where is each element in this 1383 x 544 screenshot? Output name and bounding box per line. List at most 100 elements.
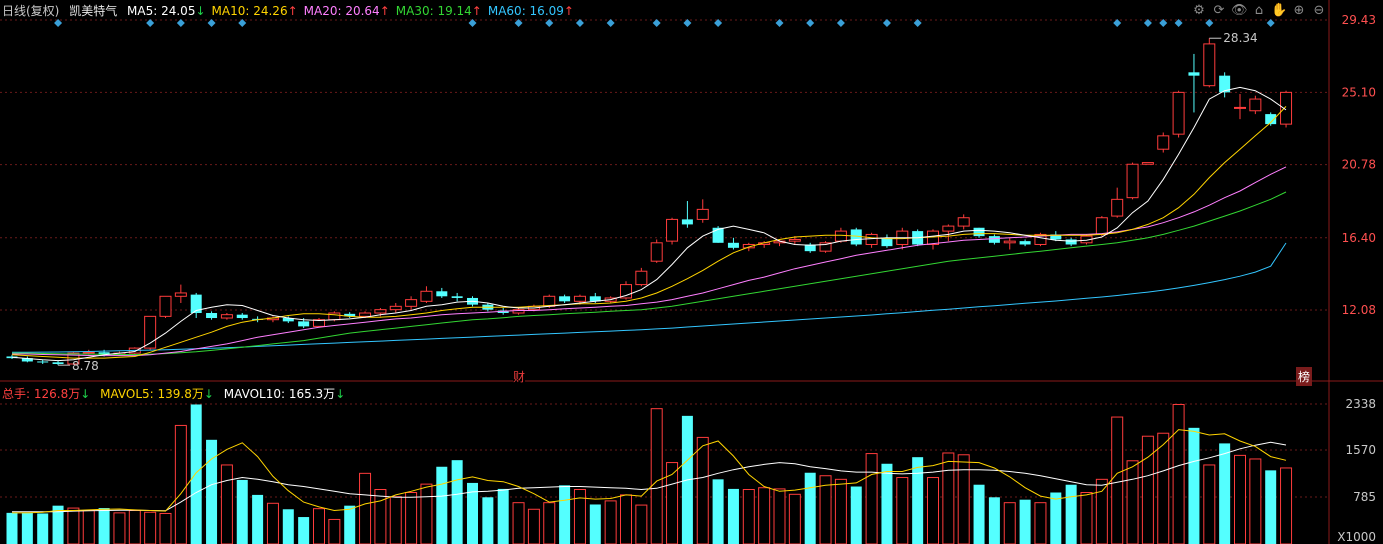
candle-body [865,233,878,245]
hand-icon[interactable]: ✋ [1271,3,1287,19]
candle-body [1111,198,1124,217]
volume-bar [834,478,847,544]
volume-bar [559,485,571,544]
refresh-icon[interactable]: ⟳ [1211,3,1227,19]
volume-tick-label: 785 [1353,490,1376,504]
candle [451,292,463,302]
volume-bar [1249,458,1262,544]
ma-label-4: MA60: 16.09↑ [488,4,574,18]
gear-icon[interactable]: ⚙ [1191,3,1207,19]
volume-bar [344,505,356,544]
candle [1003,237,1016,250]
event-diamond [1266,19,1275,27]
candle [696,199,709,223]
volume-bar [21,512,33,544]
candle-body [220,314,233,319]
volume-bar [957,454,970,544]
volume-header: 总手: 126.8万↓ MAVOL5: 139.8万↓ MAVOL10: 165… [2,385,351,402]
candle [174,284,187,303]
ranking-list-marker[interactable]: 榜 [1296,367,1313,386]
candle-body [37,361,49,363]
volume-bar [1080,492,1093,544]
candle-body [1172,91,1185,135]
candle-body [1249,98,1262,112]
volume-bar [727,488,739,544]
volume-bar [1034,502,1047,544]
candle-body [573,295,586,302]
volume-bar [604,500,617,544]
volume-bar [374,489,387,544]
volume-bar [482,497,494,544]
candle-body [405,299,418,307]
volume-bar [1126,460,1139,544]
volume-unit-label: X1000 [1337,530,1376,544]
event-diamond [882,19,891,27]
volume-bar [758,487,771,544]
volume-bar [1172,403,1185,544]
ma20-line [12,166,1287,357]
candle [159,295,172,319]
candle-body [988,236,1000,243]
financial-report-marker[interactable]: 财 [513,368,526,385]
candle-body [559,296,571,302]
candle [988,234,1000,245]
candle [420,286,433,303]
candle [1065,237,1077,247]
event-diamond [575,19,584,27]
shop-icon[interactable]: ⌂ [1251,3,1267,19]
candle-body [727,242,739,248]
event-diamond [606,19,615,27]
candle-body [973,227,985,237]
candle [344,312,356,319]
volume-bar [98,508,110,544]
zoom-in-icon[interactable]: ⊕ [1291,3,1307,19]
candle [881,234,893,248]
volume-trend-arrow: ↓ [203,387,214,401]
volume-bar [650,408,663,544]
ma-label-text: MA10: 24.26 [211,4,288,18]
ma-trend-arrow: ↑ [471,4,482,18]
price-tick-label: 12.08 [1342,303,1376,317]
event-diamond [652,19,661,27]
candle [973,227,985,238]
ma-label-text: MA5: 24.05 [127,4,196,18]
volume-bar [144,511,157,544]
mavol10-label: MAVOL10: 165.3万↓ [224,387,345,401]
volume-tick-label: 2338 [1345,397,1376,411]
candle-body [942,225,955,232]
volume-bar [37,513,49,544]
candle-body [1019,241,1031,245]
candle [1234,94,1246,120]
event-diamond [207,19,216,27]
kline-chart[interactable]: 29.43 25.10 20.78 16.40 12.08 2338 1570 785 X100… [0,0,1383,544]
ma-label-0: MA5: 24.05↓ [127,4,205,18]
candle-body [788,238,801,242]
volume-bar [912,457,924,544]
mavol10-line [12,441,1287,513]
candle-body [1203,43,1216,87]
volume-bar [973,484,985,544]
volume-bar [1280,467,1293,544]
volume-bar [942,452,955,544]
volume-bar [788,493,801,544]
candle [21,356,33,363]
mavol5-line [12,429,1287,514]
candle [650,239,663,263]
volume-bar [1050,492,1062,544]
candle-body [1280,91,1293,125]
eye-icon[interactable]: 👁 [1231,3,1248,19]
candle [819,241,832,253]
volume-bar [1157,432,1170,544]
volume-trend-arrow: ↓ [80,387,91,401]
ma-trend-arrow: ↑ [287,4,298,18]
volume-bar [497,488,509,544]
candle [436,287,448,298]
candle-body [52,362,64,364]
volume-bar [128,509,141,544]
price-tick-label: 25.10 [1342,85,1376,99]
candle [1219,72,1231,98]
volume-bar [420,483,433,544]
zoom-out-icon[interactable]: ⊖ [1311,3,1327,19]
volume-bar [1203,464,1216,544]
volume-bar [712,479,724,544]
